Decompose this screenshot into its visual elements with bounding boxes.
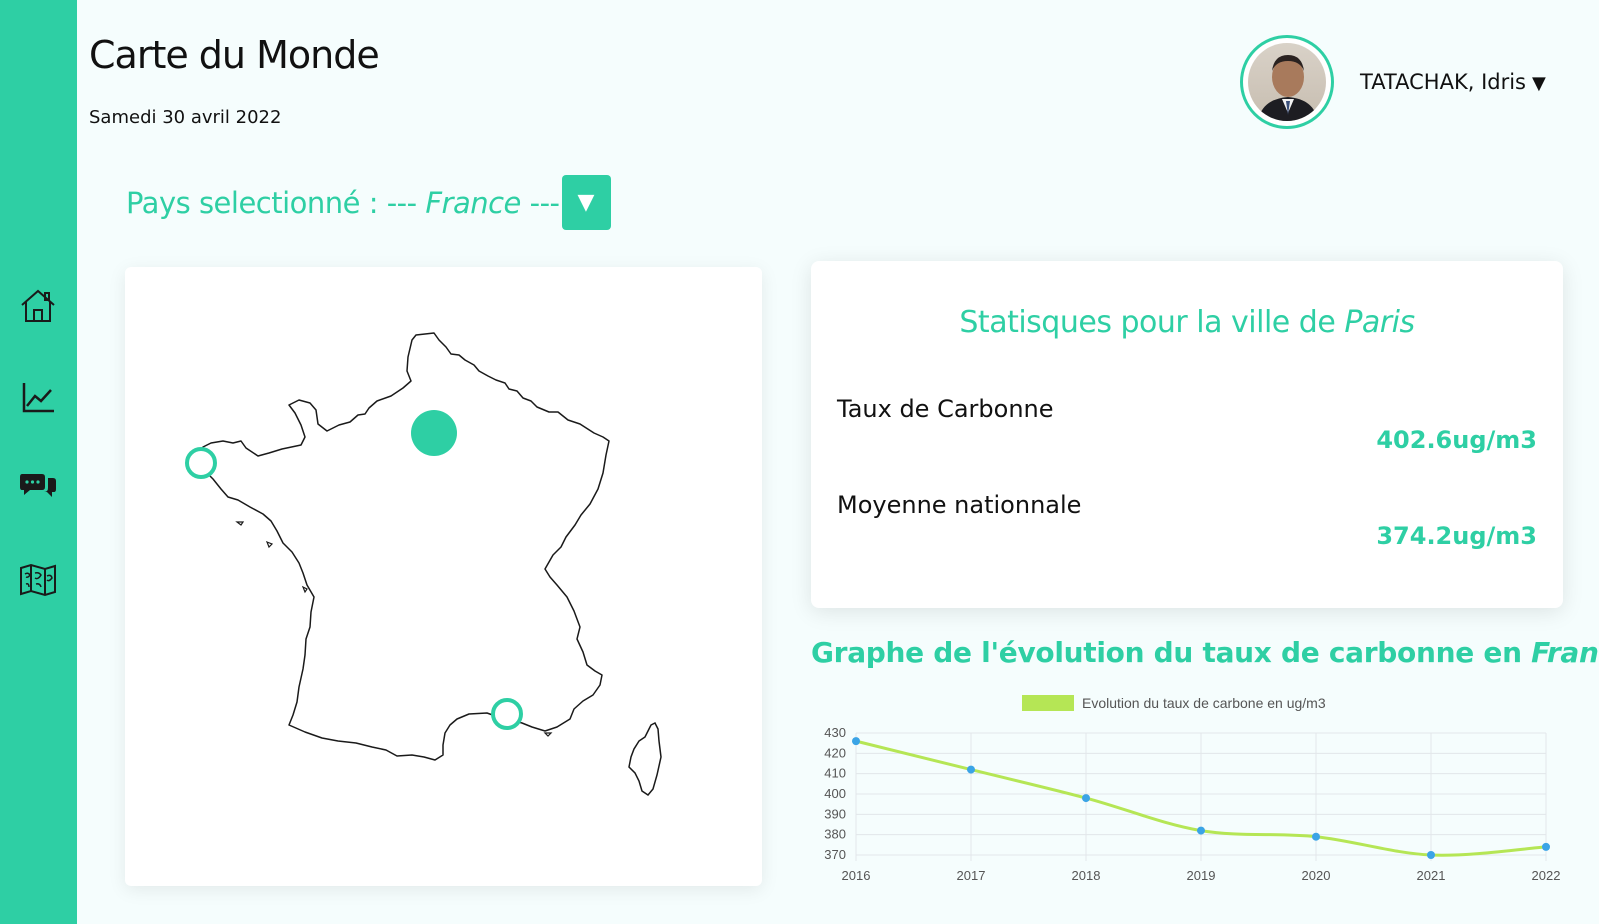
legend-swatch bbox=[1022, 695, 1074, 711]
graph-title: Graphe de l'évolution du taux de carbonn… bbox=[811, 636, 1599, 669]
selected-country: France bbox=[425, 185, 521, 220]
country-selector: Pays selectionné : --- France --- ▼ bbox=[126, 175, 611, 230]
stats-title: Statisques pour la ville de Paris bbox=[959, 305, 1415, 340]
x-tick-label: 2017 bbox=[957, 868, 986, 883]
sidebar-item-stats[interactable] bbox=[14, 373, 62, 421]
carbon-rate-label: Taux de Carbonne bbox=[837, 395, 1054, 423]
corsica-outline bbox=[628, 721, 662, 796]
x-tick-label: 2019 bbox=[1187, 868, 1216, 883]
user-menu[interactable]: TATACHAK, Idris ▼ bbox=[1360, 70, 1546, 94]
legend-label: Evolution du taux de carbone en ug/m3 bbox=[1082, 695, 1326, 711]
data-point bbox=[967, 765, 975, 774]
y-tick-label: 390 bbox=[824, 806, 846, 821]
page-title: Carte du Monde bbox=[89, 33, 380, 77]
chevron-down-icon: ▼ bbox=[1532, 73, 1546, 94]
x-tick-label: 2016 bbox=[842, 868, 871, 883]
page-date: Samedi 30 avril 2022 bbox=[89, 107, 282, 128]
chart-line-icon bbox=[22, 383, 54, 413]
data-point bbox=[852, 737, 860, 746]
sidebar-item-map[interactable] bbox=[14, 556, 62, 604]
data-point bbox=[1542, 842, 1550, 851]
city-marker-paris[interactable] bbox=[411, 410, 457, 456]
stats-city: Paris bbox=[1344, 305, 1415, 340]
home-icon bbox=[21, 289, 55, 322]
y-tick-label: 410 bbox=[824, 766, 846, 781]
sidebar-item-chat[interactable] bbox=[14, 464, 62, 512]
data-point bbox=[1082, 794, 1090, 803]
world-map-icon bbox=[20, 563, 56, 597]
map-card bbox=[125, 267, 762, 886]
y-tick-label: 430 bbox=[824, 725, 846, 740]
carbon-rate-value: 402.6ug/m3 bbox=[1376, 426, 1537, 454]
data-point bbox=[1197, 826, 1205, 835]
city-marker-marseille[interactable] bbox=[491, 698, 523, 730]
y-tick-label: 400 bbox=[824, 786, 846, 801]
y-tick-label: 370 bbox=[824, 847, 846, 862]
carbon-chart-svg: 370 380 390 400 410 420 430 2016 2017 2018 2019 202… bbox=[824, 695, 1561, 883]
y-tick-label: 420 bbox=[824, 745, 846, 760]
x-tick-label: 2021 bbox=[1417, 868, 1446, 883]
x-tick-label: 2020 bbox=[1302, 868, 1331, 883]
national-average-value: 374.2ug/m3 bbox=[1376, 522, 1537, 550]
national-average-label: Moyenne nationnale bbox=[837, 491, 1082, 519]
y-tick-label: 380 bbox=[824, 827, 846, 842]
user-name: TATACHAK, Idris bbox=[1360, 70, 1527, 94]
avatar-photo bbox=[1248, 43, 1326, 121]
city-marker-brest[interactable] bbox=[185, 447, 217, 479]
country-selector-label: Pays selectionné : --- France --- bbox=[126, 185, 560, 220]
country-dropdown-button[interactable]: ▼ bbox=[561, 175, 611, 230]
avatar[interactable] bbox=[1240, 35, 1334, 129]
data-point bbox=[1427, 851, 1435, 859]
data-point bbox=[1312, 832, 1320, 841]
sidebar bbox=[0, 0, 77, 924]
x-tick-label: 2022 bbox=[1532, 868, 1561, 883]
x-tick-label: 2018 bbox=[1072, 868, 1101, 883]
chat-icon bbox=[20, 474, 56, 497]
sidebar-item-home[interactable] bbox=[14, 282, 62, 330]
chevron-down-icon: ▼ bbox=[577, 190, 595, 215]
stats-card: Statisques pour la ville de Paris Taux d… bbox=[811, 261, 1563, 608]
carbon-chart: 370 380 390 400 410 420 430 2016 2017 2018 2019 202… bbox=[811, 695, 1571, 904]
france-outline bbox=[199, 332, 610, 761]
graph-country: France bbox=[1531, 636, 1599, 669]
france-map bbox=[185, 332, 662, 796]
